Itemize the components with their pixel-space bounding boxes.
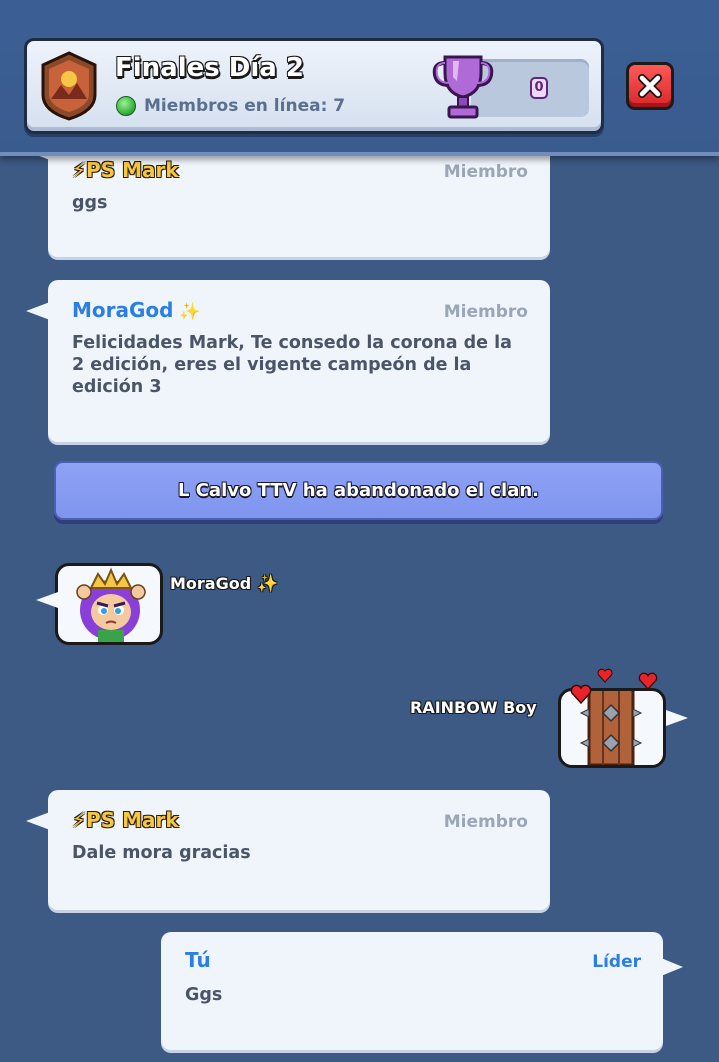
clan-header: Finales Día 2 Miembros en línea: 7 0 bbox=[0, 0, 719, 156]
clan-name: Finales Día 2 bbox=[115, 53, 304, 83]
online-members-count: Miembros en línea: 7 bbox=[144, 96, 346, 116]
system-notice-text: L Calvo TTV ha abandonado el clan. bbox=[177, 480, 540, 501]
message-text: Felicidades Mark, Te consedo la corona d… bbox=[72, 333, 512, 397]
member-role: Miembro bbox=[443, 812, 528, 832]
member-role: Miembro bbox=[443, 162, 528, 182]
message-sender[interactable]: ⚡PS Mark bbox=[72, 808, 179, 832]
emote-tail bbox=[36, 592, 58, 608]
heart-icon bbox=[638, 672, 658, 690]
member-role: Miembro bbox=[443, 302, 528, 322]
leader-role: Líder bbox=[592, 952, 641, 972]
message-text: Ggs bbox=[185, 985, 223, 1005]
sparkle-icon: ✨ bbox=[251, 574, 279, 594]
message-sender[interactable]: ⚡PS Mark bbox=[72, 158, 179, 182]
chat-message-own: Tú Líder Ggs bbox=[161, 932, 683, 1050]
archer-queen-emote-icon bbox=[76, 567, 146, 642]
message-text: ggs bbox=[72, 193, 108, 213]
sparkle-icon: ✨ bbox=[173, 302, 201, 322]
trophy-count: 0 bbox=[530, 77, 548, 99]
heart-icon bbox=[570, 684, 592, 704]
chat-message: MoraGod ✨ Miembro Felicidades Mark, Te c… bbox=[26, 280, 550, 442]
close-icon bbox=[638, 74, 662, 98]
online-status-icon bbox=[116, 96, 136, 116]
chat-message: ⚡PS Mark Miembro Dale mora gracias bbox=[26, 790, 550, 910]
close-button[interactable] bbox=[626, 62, 674, 110]
message-text: Dale mora gracias bbox=[72, 843, 251, 863]
heart-icon bbox=[597, 668, 613, 683]
emote-sender[interactable]: RAINBOW Boy bbox=[410, 698, 537, 717]
trophy-icon bbox=[432, 55, 494, 119]
lightning-icon: ⚡ bbox=[72, 808, 87, 832]
message-sender[interactable]: MoraGod ✨ bbox=[72, 298, 201, 322]
clan-info-panel[interactable]: Finales Día 2 Miembros en línea: 7 0 bbox=[24, 38, 604, 134]
clan-badge-icon bbox=[41, 51, 97, 121]
system-notice: L Calvo TTV ha abandonado el clan. bbox=[54, 461, 663, 520]
emote-sender[interactable]: MoraGod ✨ bbox=[170, 574, 278, 594]
emote-bubble[interactable] bbox=[55, 563, 163, 645]
message-sender[interactable]: Tú bbox=[185, 948, 211, 972]
lightning-icon: ⚡ bbox=[72, 158, 87, 182]
emote-tail bbox=[666, 710, 688, 726]
